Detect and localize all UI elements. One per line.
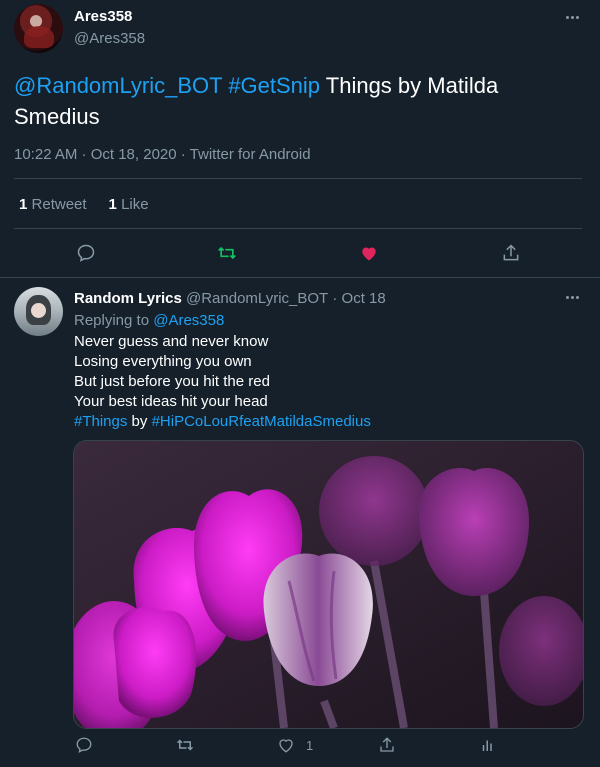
tulip-photo[interactable]: [73, 440, 584, 729]
reply-button[interactable]: [75, 736, 93, 754]
retweet-icon: [176, 739, 194, 751]
hashtag-link[interactable]: #HiPCoLouRfeatMatildaSmedius: [152, 413, 371, 430]
more-options-icon[interactable]: [562, 12, 582, 22]
like-button[interactable]: 1: [276, 736, 313, 754]
more-options-icon[interactable]: [562, 292, 582, 302]
retweet-button[interactable]: [175, 736, 195, 754]
share-icon: [503, 244, 519, 261]
author-name[interactable]: Ares358: [74, 8, 132, 25]
mention-link[interactable]: @RandomLyric_BOT: [14, 73, 222, 98]
author-handle[interactable]: @Ares358: [74, 30, 145, 47]
hashtag-link[interactable]: #Things: [74, 413, 127, 430]
reply-date[interactable]: Oct 18: [342, 290, 386, 307]
reply-button[interactable]: [72, 239, 100, 267]
retweet-count[interactable]: 1 Retweet: [19, 196, 87, 213]
analytics-button[interactable]: [479, 736, 497, 754]
reply-icon: [77, 244, 95, 262]
reply-tags: #Things by #HiPCoLouRfeatMatildaSmedius: [74, 413, 371, 430]
reply-author[interactable]: Random Lyrics @RandomLyric_BOT · Oct 18: [74, 290, 386, 307]
like-count[interactable]: 1 Like: [109, 196, 149, 213]
avatar[interactable]: [14, 4, 63, 53]
tweet-text: @RandomLyric_BOT #GetSnip Things by Mati…: [14, 70, 574, 132]
reply-author-name[interactable]: Random Lyrics: [74, 290, 182, 307]
divider: [14, 178, 582, 179]
replying-to: Replying to @Ares358: [74, 312, 225, 329]
share-button[interactable]: [497, 239, 525, 267]
heart-icon: [279, 739, 293, 753]
tweet-meta[interactable]: 10:22 AM · Oct 18, 2020 · Twitter for An…: [14, 146, 311, 163]
share-icon: [380, 737, 394, 752]
hashtag-link[interactable]: #GetSnip: [228, 73, 320, 98]
lyric-line: Never guess and never know: [74, 333, 269, 350]
tweet-stats: 1 Retweet 1 Like: [19, 196, 149, 213]
replying-to-link[interactable]: @Ares358: [153, 312, 224, 329]
divider: [0, 277, 600, 278]
heart-filled-icon: [362, 247, 376, 261]
reply-icon: [76, 737, 92, 754]
share-button[interactable]: [378, 736, 396, 754]
retweet-icon: [218, 246, 236, 260]
lyric-line: But just before you hit the red: [74, 373, 270, 390]
reply-author-handle[interactable]: @RandomLyric_BOT: [186, 290, 328, 307]
lyric-line: Losing everything you own: [74, 353, 252, 370]
like-button[interactable]: [355, 239, 383, 267]
retweet-button[interactable]: [213, 239, 241, 267]
like-count: 1: [306, 737, 314, 753]
avatar[interactable]: [14, 287, 63, 336]
lyric-line: Your best ideas hit your head: [74, 393, 268, 410]
analytics-icon: [482, 740, 492, 751]
divider: [14, 228, 582, 229]
